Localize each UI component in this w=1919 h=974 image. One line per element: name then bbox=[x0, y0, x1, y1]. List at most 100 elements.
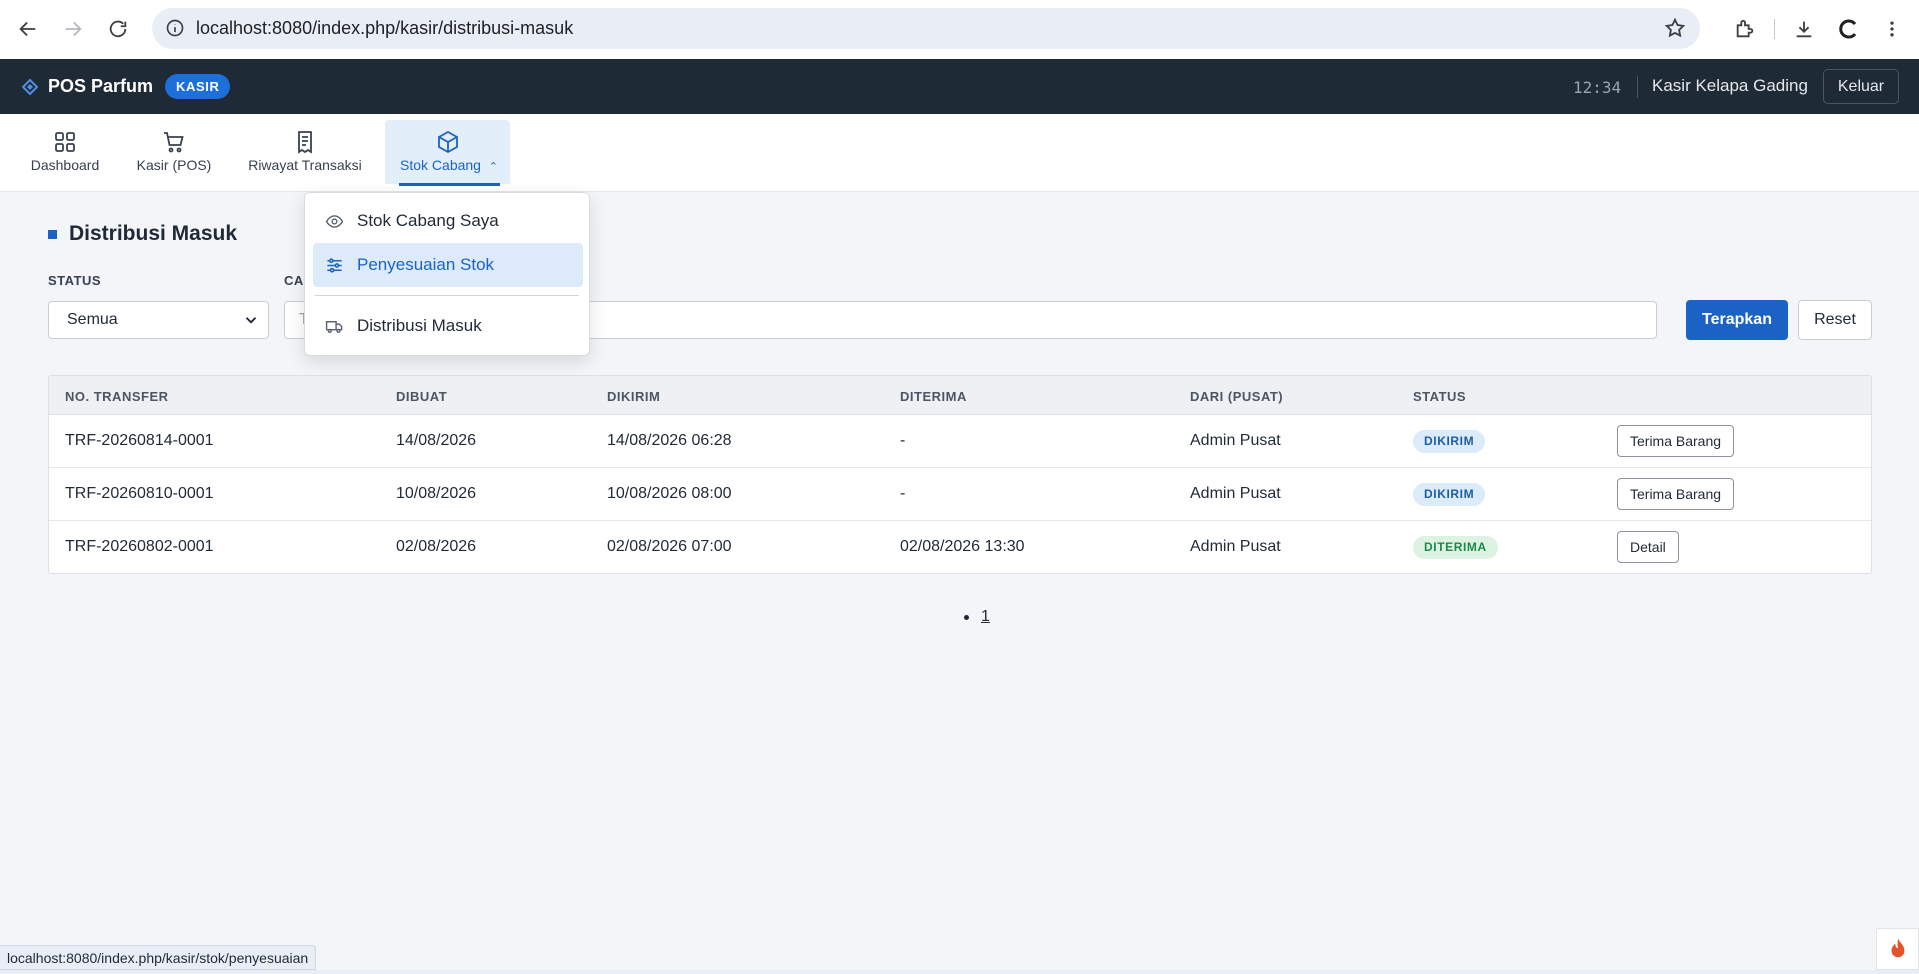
reset-filter-button[interactable]: Reset bbox=[1798, 300, 1872, 340]
box-icon bbox=[437, 130, 458, 154]
browser-actions bbox=[1730, 14, 1919, 44]
cell-transfer-no: TRF-20260802-0001 bbox=[65, 538, 214, 555]
nav-tabs: Dashboard Kasir (POS) Riwayat Transaksi … bbox=[0, 114, 1919, 192]
menu-item-label: Distribusi Masuk bbox=[357, 316, 482, 335]
table-header: NO. TRANSFER DIBUAT DIKIRIM DITERIMA DAR… bbox=[49, 376, 1871, 415]
status-filter-label: STATUS bbox=[48, 273, 102, 288]
flame-icon bbox=[1891, 938, 1904, 958]
tab-dashboard[interactable]: Dashboard bbox=[22, 120, 108, 184]
column-header: DITERIMA bbox=[900, 389, 967, 404]
cell-created: 02/08/2026 bbox=[396, 538, 477, 555]
list-bullet bbox=[964, 614, 969, 620]
browser-menu-button[interactable] bbox=[1877, 14, 1907, 44]
cell-received: 02/08/2026 13:30 bbox=[900, 538, 1025, 555]
brand-name[interactable]: POS Parfum bbox=[48, 76, 153, 97]
cell-received: - bbox=[900, 432, 906, 449]
reload-icon bbox=[109, 20, 127, 38]
menu-item-stok-cabang-saya[interactable]: Stok Cabang Saya bbox=[313, 199, 583, 243]
menu-item-distribusi-masuk[interactable]: Distribusi Masuk bbox=[313, 304, 583, 348]
cell-created: 10/08/2026 bbox=[396, 485, 477, 502]
page-link-1[interactable]: 1 bbox=[981, 608, 990, 626]
downloads-button[interactable] bbox=[1789, 14, 1819, 44]
profile-c-icon bbox=[1839, 19, 1857, 39]
bottom-strip bbox=[0, 970, 1919, 974]
cell-transfer-no: TRF-20260810-0001 bbox=[65, 485, 214, 502]
browser-toolbar: localhost:8080/index.php/kasir/distribus… bbox=[0, 0, 1919, 59]
role-badge: KASIR bbox=[165, 74, 231, 99]
address-url: localhost:8080/index.php/kasir/distribus… bbox=[196, 18, 574, 38]
extensions-button[interactable] bbox=[1730, 14, 1760, 44]
menu-item-label: Stok Cabang Saya bbox=[357, 211, 499, 230]
bookmark-star-icon[interactable] bbox=[1664, 17, 1686, 39]
forward-button[interactable] bbox=[58, 14, 88, 44]
table-row: TRF-20260802-0001 02/08/2026 02/08/2026 … bbox=[49, 521, 1871, 573]
cart-icon bbox=[164, 132, 184, 153]
pagination: 1 bbox=[964, 608, 990, 626]
eye-icon bbox=[325, 215, 344, 228]
sliders-icon bbox=[327, 258, 342, 273]
cell-from: Admin Pusat bbox=[1190, 432, 1281, 449]
profile-button[interactable] bbox=[1833, 14, 1863, 44]
debug-toolbar-button[interactable] bbox=[1876, 928, 1919, 970]
cell-created: 14/08/2026 bbox=[396, 432, 477, 449]
status-bar-url: localhost:8080/index.php/kasir/stok/peny… bbox=[0, 945, 317, 970]
back-button[interactable] bbox=[13, 14, 43, 44]
receipt-icon bbox=[298, 131, 312, 154]
puzzle-icon bbox=[1736, 19, 1754, 38]
menu-item-penyesuaian-stok[interactable]: Penyesuaian Stok bbox=[313, 243, 583, 287]
column-header: DARI (PUSAT) bbox=[1190, 389, 1284, 404]
toolbar-divider bbox=[1774, 19, 1775, 39]
more-vert-icon bbox=[1890, 21, 1894, 37]
cell-sent: 14/08/2026 06:28 bbox=[607, 432, 732, 449]
detail-button[interactable]: Detail bbox=[1617, 531, 1679, 563]
logout-button[interactable]: Keluar bbox=[1823, 69, 1899, 104]
truck-icon bbox=[325, 321, 343, 333]
tab-label: Dashboard bbox=[30, 157, 100, 173]
cell-received: - bbox=[900, 485, 906, 502]
status-select[interactable]: Semua bbox=[48, 301, 269, 339]
cell-sent: 02/08/2026 07:00 bbox=[607, 538, 732, 555]
cell-from: Admin Pusat bbox=[1190, 485, 1281, 502]
column-header: STATUS bbox=[1413, 389, 1467, 404]
tab-stok-cabang[interactable]: Stok Cabang ⌃ bbox=[385, 120, 510, 186]
diamond-icon bbox=[22, 79, 38, 95]
column-header: NO. TRANSFER bbox=[65, 389, 169, 404]
arrow-left-icon bbox=[19, 21, 36, 37]
transfer-table: NO. TRANSFER DIBUAT DIKIRIM DITERIMA DAR… bbox=[48, 375, 1872, 574]
apply-filter-button[interactable]: Terapkan bbox=[1686, 300, 1788, 340]
tab-riwayat-transaksi[interactable]: Riwayat Transaksi bbox=[240, 120, 370, 184]
menu-item-label: Penyesuaian Stok bbox=[357, 255, 495, 274]
table-row: TRF-20260810-0001 10/08/2026 10/08/2026 … bbox=[49, 468, 1871, 521]
header-divider bbox=[1637, 76, 1638, 98]
reload-button[interactable] bbox=[103, 14, 133, 44]
stok-dropdown-menu: Stok Cabang Saya Penyesuaian Stok Distri… bbox=[304, 192, 590, 356]
column-header: DIKIRIM bbox=[607, 389, 661, 404]
receive-goods-button[interactable]: Terima Barang bbox=[1617, 478, 1735, 510]
receive-goods-button[interactable]: Terima Barang bbox=[1617, 425, 1735, 457]
download-icon bbox=[1796, 21, 1812, 38]
page-title: Distribusi Masuk bbox=[48, 222, 237, 246]
address-bar[interactable]: localhost:8080/index.php/kasir/distribus… bbox=[152, 8, 1700, 49]
grid-icon bbox=[55, 132, 75, 152]
page-title-text: Distribusi Masuk bbox=[69, 222, 238, 245]
cell-from: Admin Pusat bbox=[1190, 538, 1281, 555]
title-bullet bbox=[48, 229, 57, 239]
cell-sent: 10/08/2026 08:00 bbox=[607, 485, 732, 502]
cell-transfer-no: TRF-20260814-0001 bbox=[65, 432, 214, 449]
column-header: DIBUAT bbox=[396, 389, 448, 404]
app-header: POS Parfum KASIR 12:34 Kasir Kelapa Gadi… bbox=[0, 59, 1919, 114]
status-badge: DITERIMA bbox=[1413, 536, 1498, 559]
status-badge: DIKIRIM bbox=[1413, 430, 1486, 453]
status-select-value: Semua bbox=[67, 311, 118, 328]
site-info-icon[interactable] bbox=[165, 18, 185, 38]
status-badge: DIKIRIM bbox=[1413, 483, 1486, 506]
menu-divider bbox=[315, 295, 579, 296]
tab-label: Riwayat Transaksi bbox=[248, 157, 362, 173]
table-row: TRF-20260814-0001 14/08/2026 14/08/2026 … bbox=[49, 415, 1871, 468]
tab-label: Stok Cabang bbox=[400, 157, 481, 173]
arrow-right-icon bbox=[65, 21, 82, 37]
clock: 12:34 bbox=[1573, 78, 1622, 97]
tab-label: Kasir (POS) bbox=[136, 157, 212, 173]
tab-kasir-pos[interactable]: Kasir (POS) bbox=[128, 120, 220, 184]
search-filter-label: CA bbox=[284, 273, 304, 288]
